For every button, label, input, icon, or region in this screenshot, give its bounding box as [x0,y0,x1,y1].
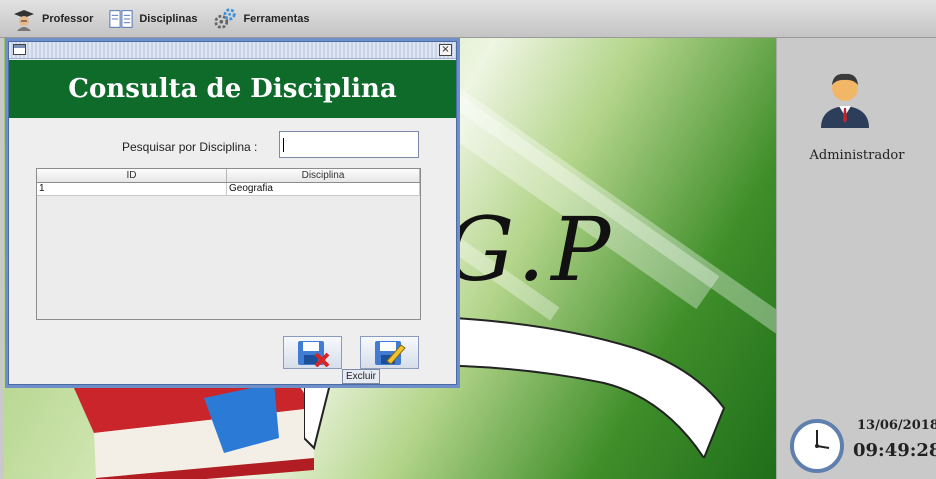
delete-tooltip: Excluir [342,369,381,384]
window-icon [13,44,26,55]
table-row[interactable]: 1 Geografia [37,183,420,196]
save-edit-icon [374,340,406,365]
disciplinas-table: ID Disciplina 1 Geografia [36,168,421,320]
title-banner: Consulta de Disciplina [9,60,456,118]
window-titlebar[interactable]: × [9,42,456,59]
save-edit-button[interactable] [360,336,419,369]
books-icon [109,7,133,31]
window-content: × Consulta de Disciplina Pesquisar por D… [8,41,457,385]
current-date: 13/06/2018 [857,418,936,433]
column-header-disciplina[interactable]: Disciplina [227,169,420,182]
user-avatar-icon [821,73,869,128]
page-title: Consulta de Disciplina [68,74,397,104]
right-panel: Administrador 13/06/2018 09:49:28 [776,38,936,479]
menu-disciplinas[interactable]: Disciplinas [105,4,201,34]
menu-bar: Professor Disciplinas Ferramentas [0,0,936,38]
search-input[interactable] [279,131,419,158]
gears-icon [213,7,237,31]
app-root: Professor Disciplinas Ferramentas G.P Ad… [0,0,936,479]
logo-text: G.P [444,198,617,301]
cell-id: 1 [37,183,227,195]
search-label: Pesquisar por Disciplina : [122,140,258,154]
books-illustration [74,378,314,479]
close-icon[interactable]: × [439,44,452,56]
delete-save-icon [297,340,329,367]
table-header: ID Disciplina [37,169,420,183]
menu-professor[interactable]: Professor [8,4,97,34]
current-time: 09:49:28 [853,440,936,461]
cell-disciplina: Geografia [227,183,420,195]
delete-button[interactable] [283,336,342,369]
consulta-disciplina-window: × Consulta de Disciplina Pesquisar por D… [5,38,460,388]
professor-icon [12,7,36,31]
menu-ferramentas[interactable]: Ferramentas [209,4,313,34]
text-caret [283,138,284,152]
column-header-id[interactable]: ID [37,169,227,182]
menu-ferramentas-label: Ferramentas [243,12,310,25]
clock-icon [790,419,844,473]
menu-disciplinas-label: Disciplinas [139,12,198,25]
menu-professor-label: Professor [42,12,94,25]
user-role-label: Administrador [809,148,905,163]
